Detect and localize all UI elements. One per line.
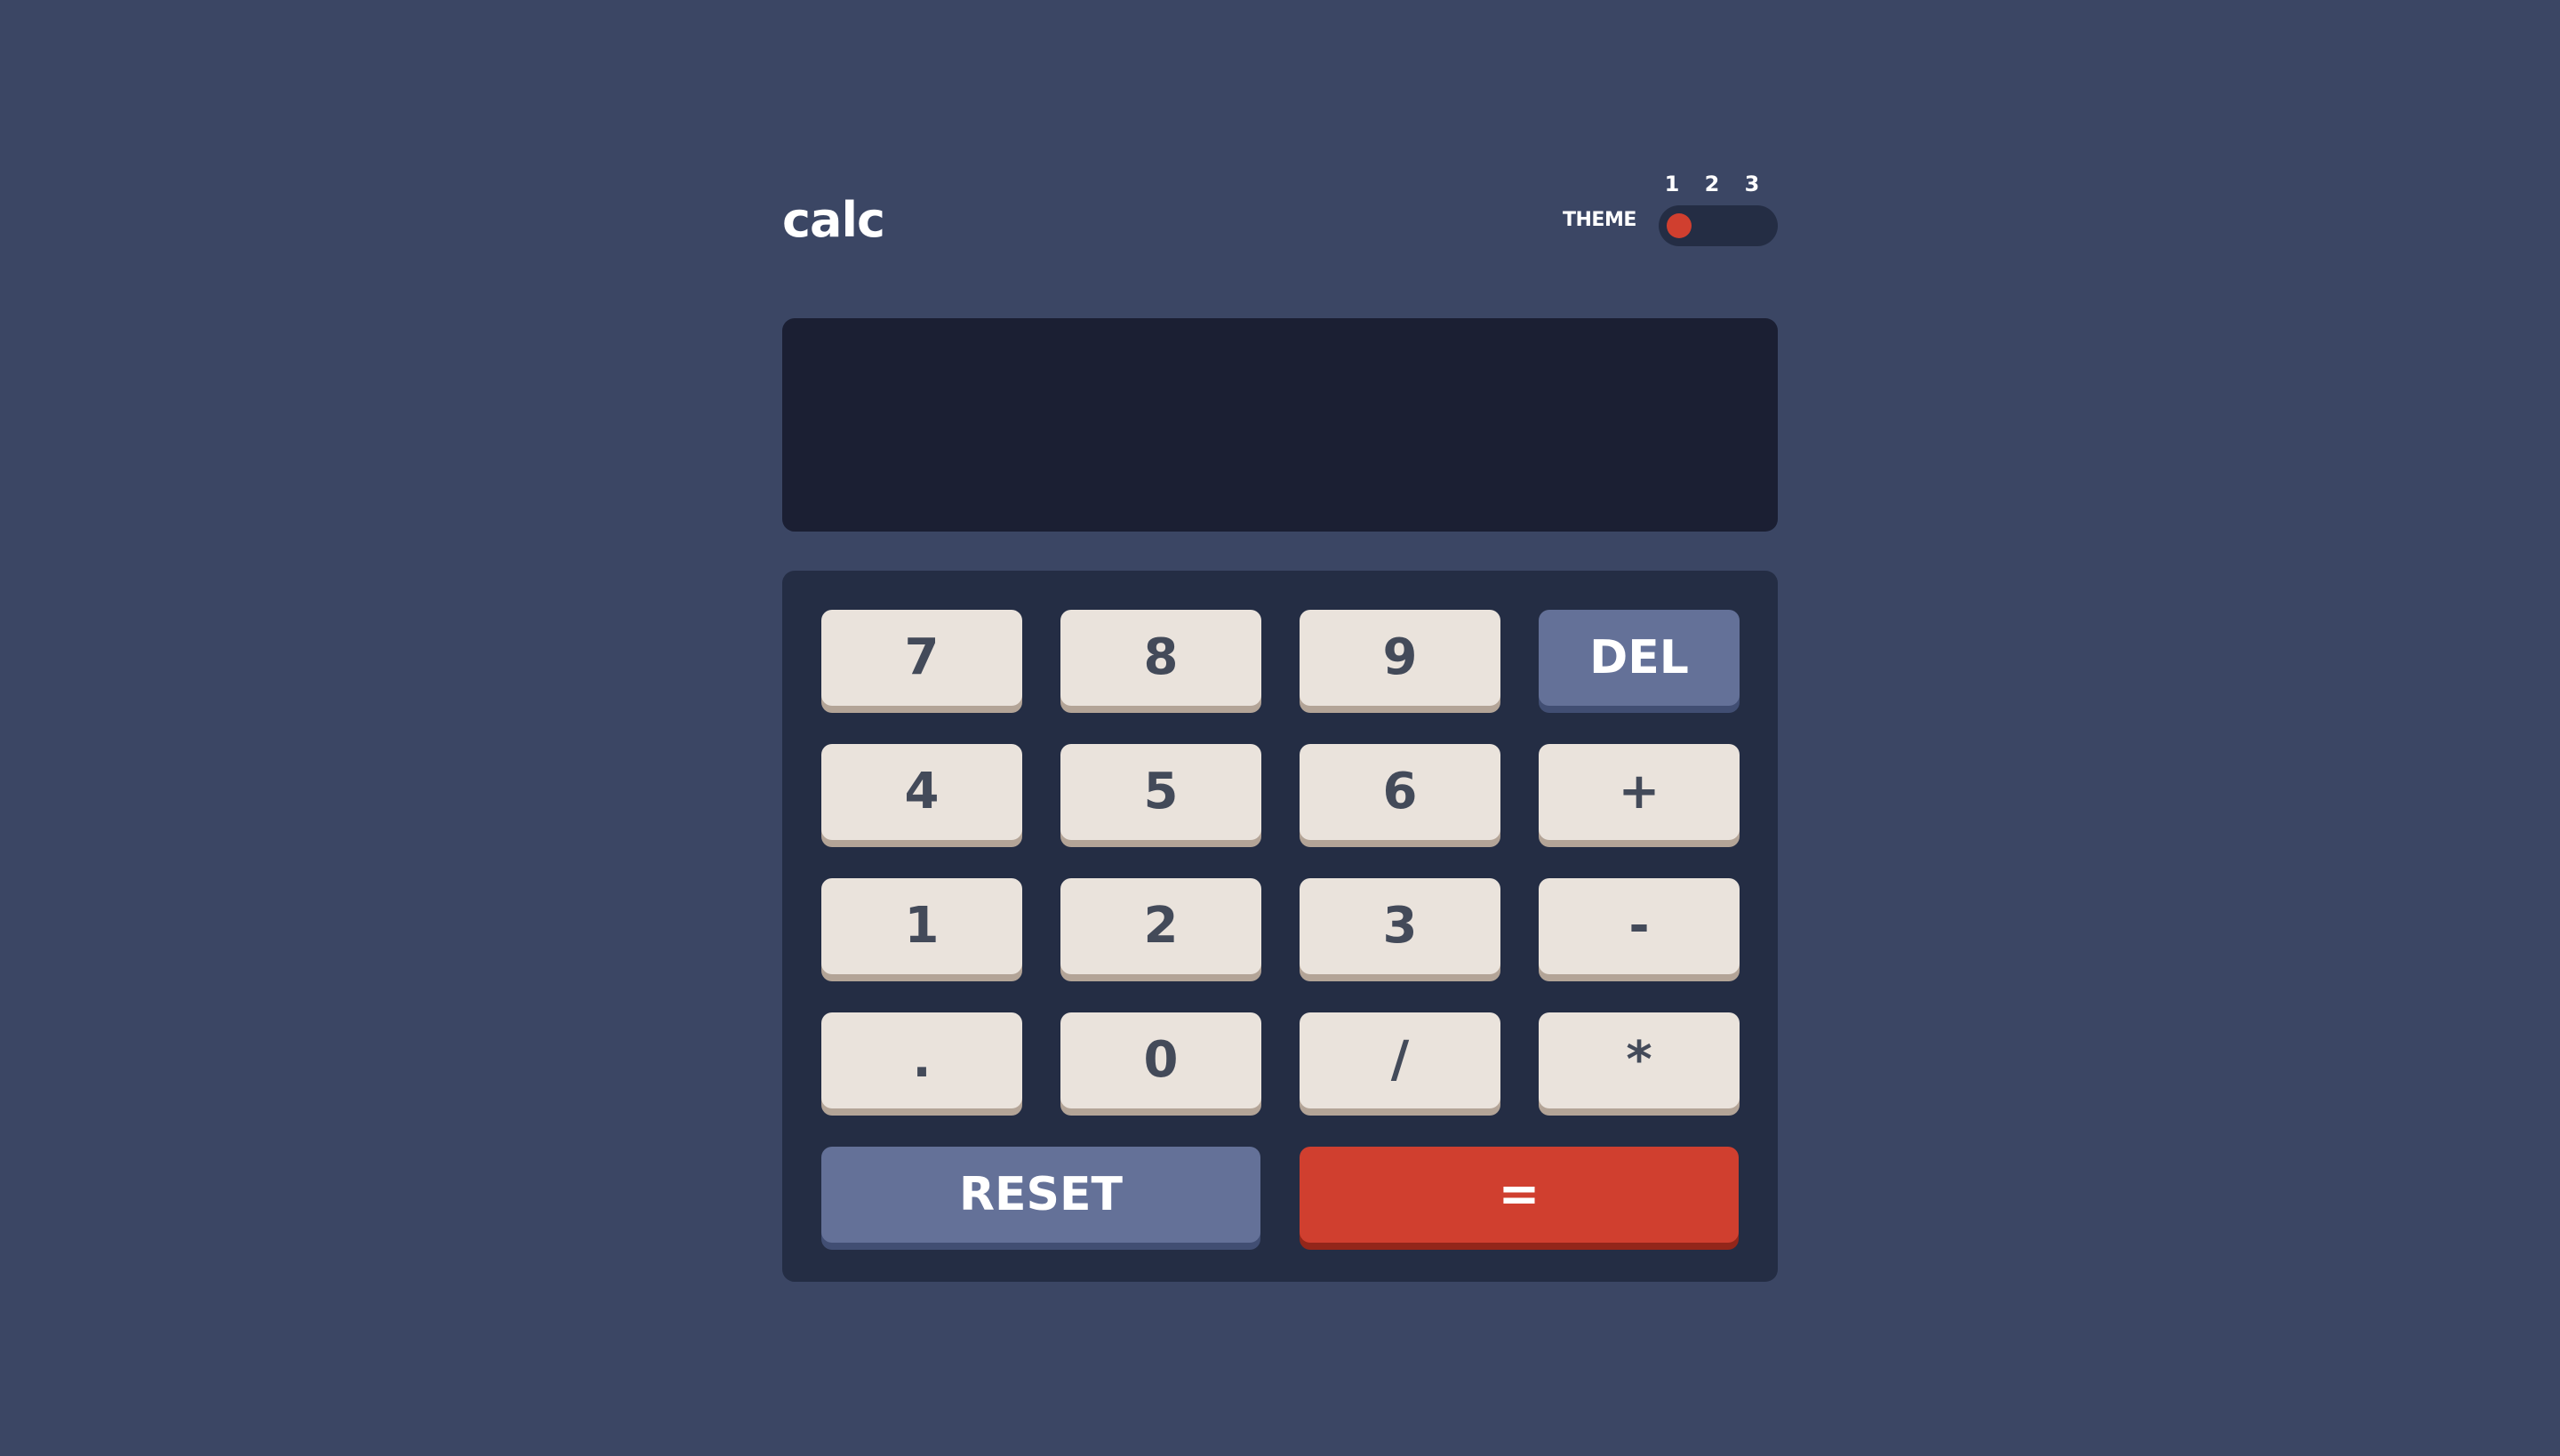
theme-toggle[interactable] (1659, 205, 1778, 246)
equals-button[interactable]: = (1300, 1147, 1739, 1243)
key-1[interactable]: 1 (821, 878, 1022, 974)
add-button[interactable]: + (1539, 744, 1740, 840)
theme-option-1[interactable]: 1 (1659, 171, 1685, 197)
keypad: 7 8 9 DEL 4 5 6 + 1 2 3 - . 0 / * RESET … (782, 571, 1778, 1282)
key-0[interactable]: 0 (1060, 1012, 1261, 1108)
decimal-button[interactable]: . (821, 1012, 1022, 1108)
reset-button[interactable]: RESET (821, 1147, 1260, 1243)
theme-options: 1 2 3 (1659, 171, 1778, 197)
key-7[interactable]: 7 (821, 610, 1022, 706)
key-4[interactable]: 4 (821, 744, 1022, 840)
theme-toggle-knob[interactable] (1667, 213, 1692, 238)
theme-option-3[interactable]: 3 (1739, 171, 1765, 197)
key-3[interactable]: 3 (1300, 878, 1500, 974)
key-5[interactable]: 5 (1060, 744, 1261, 840)
subtract-button[interactable]: - (1539, 878, 1740, 974)
key-6[interactable]: 6 (1300, 744, 1500, 840)
key-2[interactable]: 2 (1060, 878, 1261, 974)
theme-label: THEME (1563, 209, 1636, 231)
display-screen (782, 318, 1778, 532)
delete-button[interactable]: DEL (1539, 610, 1740, 706)
calculator-app: calc THEME 1 2 3 7 8 9 DEL 4 5 6 + 1 2 3… (782, 0, 1778, 1456)
logo: calc (782, 192, 885, 248)
theme-option-2[interactable]: 2 (1699, 171, 1725, 197)
key-8[interactable]: 8 (1060, 610, 1261, 706)
divide-button[interactable]: / (1300, 1012, 1500, 1108)
key-9[interactable]: 9 (1300, 610, 1500, 706)
header: calc THEME 1 2 3 (782, 160, 1778, 258)
multiply-button[interactable]: * (1539, 1012, 1740, 1108)
